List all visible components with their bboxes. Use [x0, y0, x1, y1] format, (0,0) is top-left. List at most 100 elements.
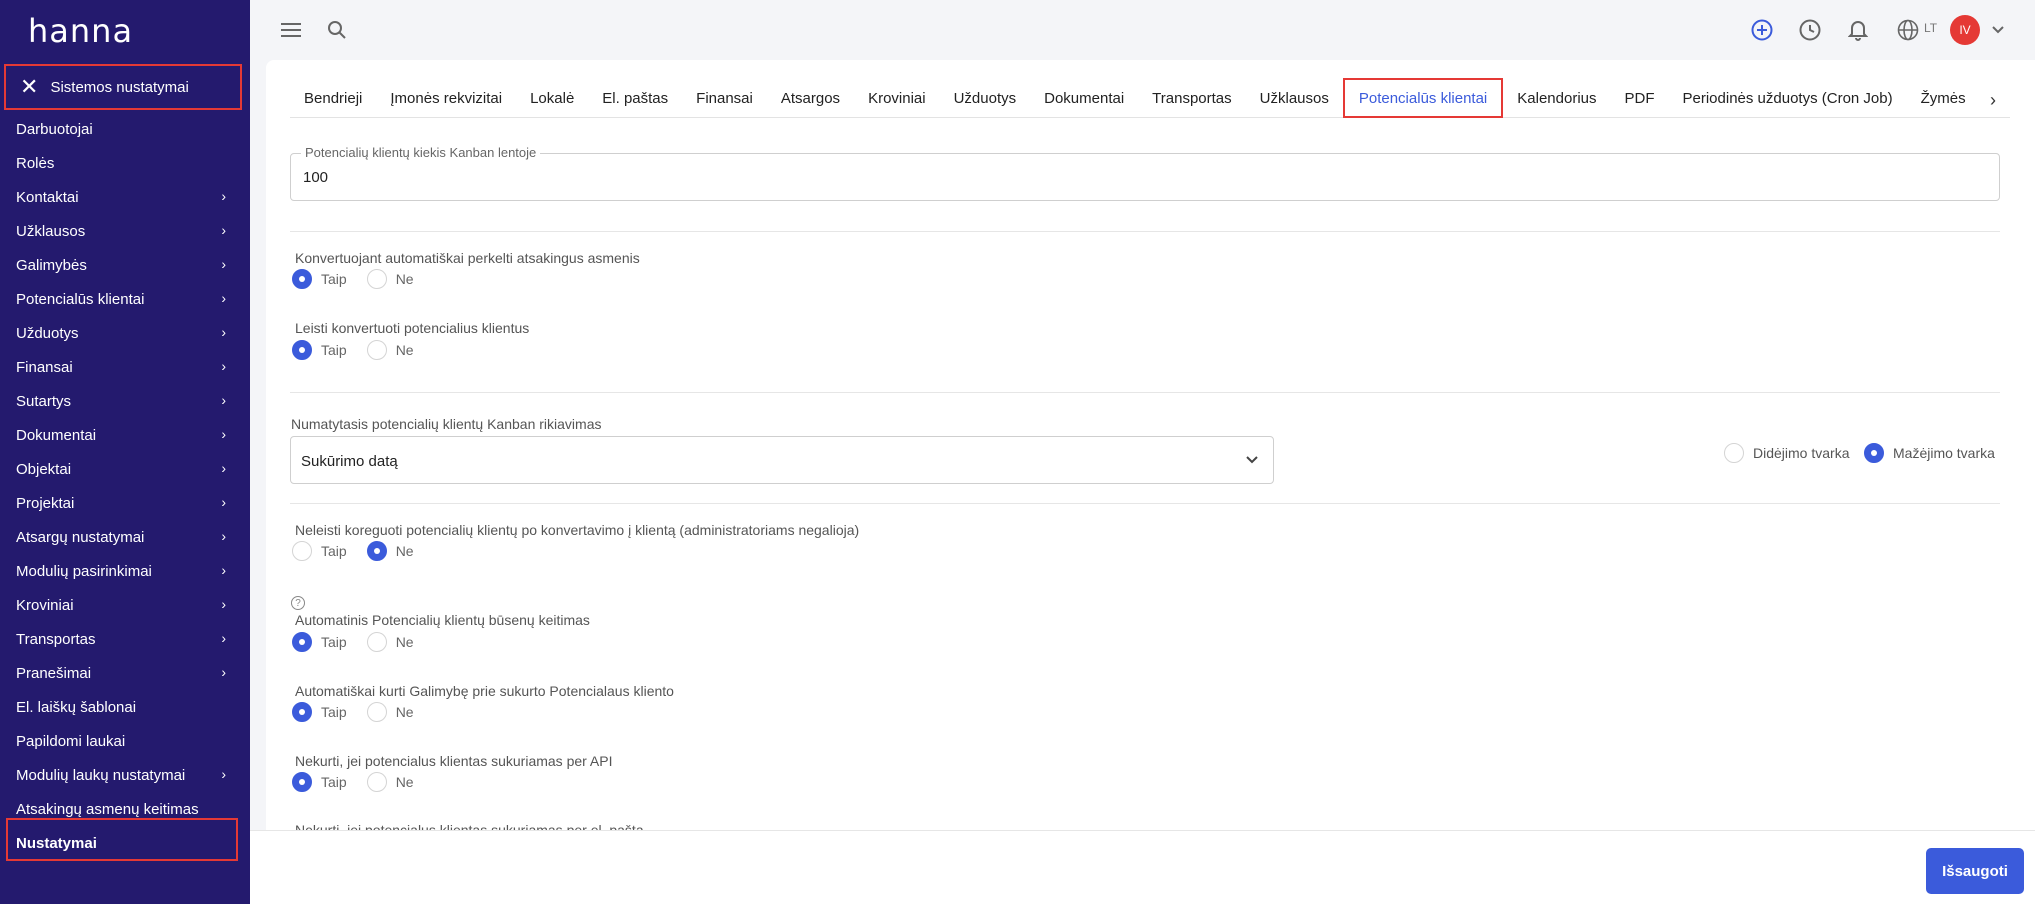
q2-no-option[interactable]: Ne: [366, 340, 414, 360]
chevron-right-icon[interactable]: ›: [1990, 90, 1996, 111]
radio-no[interactable]: [366, 541, 387, 561]
q3-yes-option[interactable]: Taip: [292, 541, 347, 561]
q2-yes-option[interactable]: Taip: [292, 340, 347, 360]
system-settings-header[interactable]: ✕ Sistemos nustatymai: [4, 64, 242, 110]
tab[interactable]: PDF: [1611, 78, 1669, 118]
tab[interactable]: Kroviniai: [854, 78, 940, 118]
radio-yes[interactable]: [292, 541, 312, 561]
sidebar-item-label: Užklausos: [16, 222, 86, 240]
app-logo[interactable]: hanna: [28, 12, 133, 50]
kanban-count-field[interactable]: Potencialių klientų kiekis Kanban lentoj…: [290, 145, 2000, 201]
bell-icon[interactable]: [1845, 17, 1871, 43]
no-label: Ne: [395, 543, 414, 559]
clock-icon[interactable]: [1797, 17, 1823, 43]
sidebar-item[interactable]: Kroviniai ›: [0, 588, 250, 622]
sidebar-nav: Darbuotojai Rolės Kontaktai › Užklausos › Gali…: [0, 112, 250, 860]
sidebar-item[interactable]: Transportas ›: [0, 622, 250, 656]
yes-label: Taip: [321, 774, 347, 790]
sidebar-item[interactable]: Projektai ›: [0, 486, 250, 520]
yes-label: Taip: [321, 704, 347, 720]
radio-yes[interactable]: [292, 269, 312, 289]
close-icon[interactable]: ✕: [20, 76, 38, 98]
tab[interactable]: Lokalė: [516, 78, 588, 118]
tab[interactable]: Užklausos: [1246, 78, 1343, 118]
asc-label: Didėjimo tvarka: [1753, 445, 1850, 461]
sidebar: hanna ✕ Sistemos nustatymai Darbuotojai R…: [0, 0, 250, 904]
avatar[interactable]: IV: [1950, 15, 1980, 45]
radio-yes[interactable]: [292, 340, 312, 360]
q4-no-option[interactable]: Ne: [366, 632, 414, 652]
q5-yes-option[interactable]: Taip: [292, 702, 347, 722]
q6-yes-option[interactable]: Taip: [292, 772, 347, 792]
sidebar-item[interactable]: Užduotys ›: [0, 316, 250, 350]
tab[interactable]: Užduotys: [940, 78, 1031, 118]
sort-select[interactable]: Sukūrimo datą: [290, 436, 1274, 484]
radio-no[interactable]: [366, 269, 387, 289]
tab[interactable]: Finansai: [682, 78, 767, 118]
sidebar-item-label: Modulių laukų nustatymai: [16, 766, 186, 784]
sidebar-item[interactable]: Modulių laukų nustatymai ›: [0, 758, 250, 792]
sidebar-item-label: Kroviniai: [16, 596, 74, 614]
sidebar-item[interactable]: Modulių pasirinkimai ›: [0, 554, 250, 588]
tab[interactable]: Bendrieji: [290, 78, 376, 118]
divider: [290, 503, 2000, 504]
language-label[interactable]: LT: [1924, 21, 1937, 35]
radio-no[interactable]: [366, 632, 387, 652]
sidebar-item[interactable]: Darbuotojai: [0, 112, 250, 146]
sidebar-item[interactable]: Užklausos ›: [0, 214, 250, 248]
radio-no[interactable]: [366, 702, 387, 722]
radio-yes[interactable]: [292, 632, 312, 652]
sidebar-item[interactable]: El. laiškų šablonai: [0, 690, 250, 724]
chevron-right-icon: ›: [221, 358, 226, 374]
sidebar-item[interactable]: Atsargų nustatymai ›: [0, 520, 250, 554]
chevron-down-icon[interactable]: [1985, 17, 2011, 43]
q6-no-option[interactable]: Ne: [366, 772, 414, 792]
q3-no-option[interactable]: Ne: [366, 541, 414, 561]
radio-asc[interactable]: [1724, 443, 1744, 463]
globe-icon[interactable]: [1895, 17, 1921, 43]
search-icon[interactable]: [324, 17, 350, 43]
sidebar-item[interactable]: Sutartys ›: [0, 384, 250, 418]
tab[interactable]: Dokumentai: [1030, 78, 1138, 118]
radio-desc[interactable]: [1864, 443, 1884, 463]
q1-no-option[interactable]: Ne: [366, 269, 414, 289]
order-desc-option[interactable]: Mažėjimo tvarka: [1864, 443, 1995, 463]
sidebar-item[interactable]: Rolės: [0, 146, 250, 180]
tab[interactable]: Atsargos: [767, 78, 854, 118]
radio-yes[interactable]: [292, 702, 312, 722]
q4-label: Automatinis Potencialių klientų būsenų k…: [295, 612, 590, 628]
q3-radio-group: Taip Ne: [292, 541, 434, 561]
sidebar-item[interactable]: Dokumentai ›: [0, 418, 250, 452]
q5-no-option[interactable]: Ne: [366, 702, 414, 722]
radio-yes[interactable]: [292, 772, 312, 792]
chevron-right-icon: ›: [221, 392, 226, 408]
tab[interactable]: El. paštas: [588, 78, 682, 118]
no-label: Ne: [395, 704, 414, 720]
sidebar-item[interactable]: Kontaktai ›: [0, 180, 250, 214]
tab[interactable]: Periodinės užduotys (Cron Job): [1669, 78, 1907, 118]
sidebar-item[interactable]: Finansai ›: [0, 350, 250, 384]
sidebar-item[interactable]: Objektai ›: [0, 452, 250, 486]
q4-yes-option[interactable]: Taip: [292, 632, 347, 652]
tab[interactable]: Potencialūs klientai: [1342, 78, 1504, 118]
tab[interactable]: Transportas: [1138, 78, 1245, 118]
radio-no[interactable]: [366, 772, 387, 792]
tab[interactable]: Įmonės rekvizitai: [376, 78, 516, 118]
sidebar-item[interactable]: Galimybės ›: [0, 248, 250, 282]
divider: [290, 392, 2000, 393]
tab[interactable]: Žymės: [1907, 78, 1980, 118]
menu-icon[interactable]: [278, 17, 304, 43]
order-asc-option[interactable]: Didėjimo tvarka: [1724, 443, 1849, 463]
help-icon[interactable]: ?: [291, 596, 305, 610]
add-icon[interactable]: [1749, 17, 1775, 43]
q1-yes-option[interactable]: Taip: [292, 269, 347, 289]
save-button[interactable]: Išsaugoti: [1926, 848, 2024, 894]
kanban-count-value[interactable]: 100: [303, 169, 328, 186]
radio-no[interactable]: [366, 340, 387, 360]
chevron-right-icon: ›: [221, 766, 226, 782]
divider: [290, 231, 2000, 232]
sidebar-item[interactable]: Pranešimai ›: [0, 656, 250, 690]
sidebar-item[interactable]: Papildomi laukai: [0, 724, 250, 758]
sidebar-item[interactable]: Potencialūs klientai ›: [0, 282, 250, 316]
tab[interactable]: Kalendorius: [1503, 78, 1610, 118]
